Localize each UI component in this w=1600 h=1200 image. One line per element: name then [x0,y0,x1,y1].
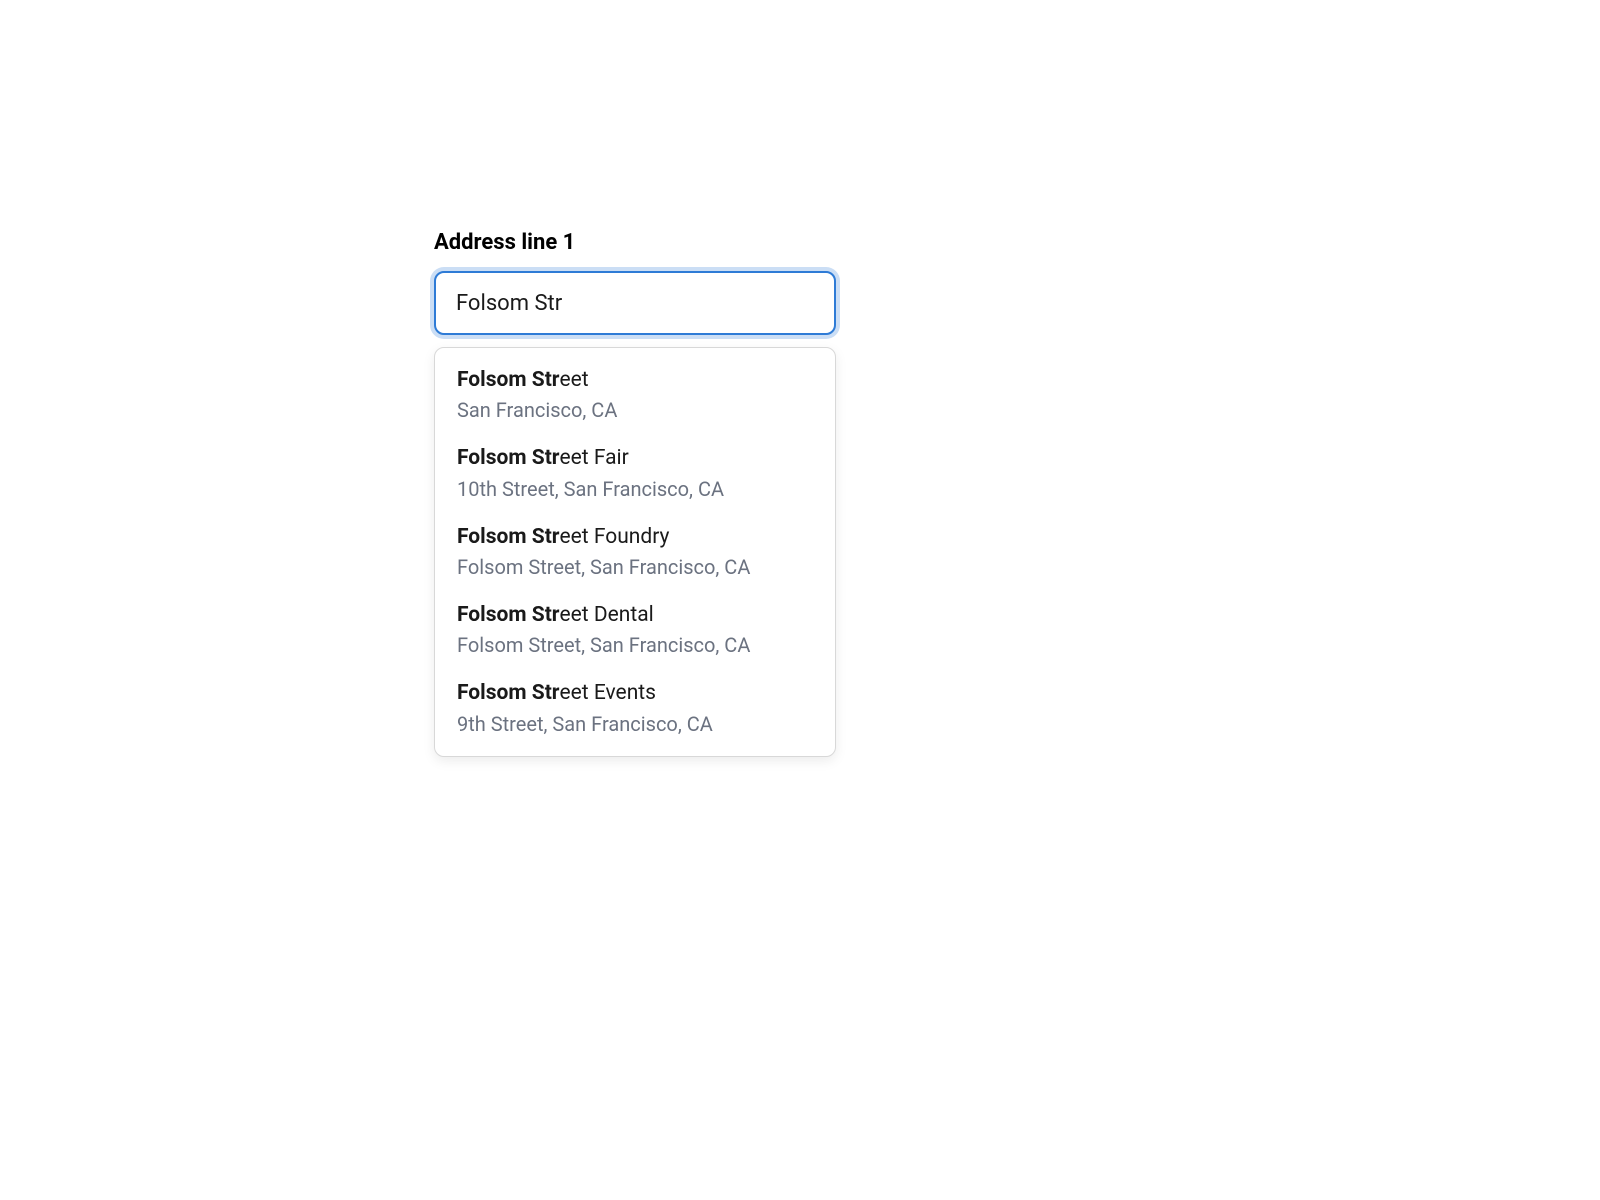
input-wrapper [434,271,836,335]
suggestion-item[interactable]: Folsom Street Dental Folsom Street, San … [435,591,835,669]
suggestion-match-text: Folsom Str [457,525,560,549]
suggestion-subtitle: 9th Street, San Francisco, CA [457,710,813,738]
suggestion-title: Folsom Street [457,366,813,394]
suggestion-rest-text: eet Fair [560,446,629,470]
suggestion-subtitle: Folsom Street, San Francisco, CA [457,631,813,659]
suggestion-subtitle: Folsom Street, San Francisco, CA [457,553,813,581]
suggestion-match-text: Folsom Str [457,603,560,627]
suggestion-item[interactable]: Folsom Street Foundry Folsom Street, San… [435,513,835,591]
suggestion-rest-text: eet [560,368,589,392]
suggestion-title: Folsom Street Dental [457,601,813,629]
suggestion-title: Folsom Street Events [457,679,813,707]
address-line-1-label: Address line 1 [434,230,836,255]
suggestion-rest-text: eet Dental [560,603,654,627]
suggestion-rest-text: eet Events [560,681,657,705]
suggestion-rest-text: eet Foundry [560,525,670,549]
address-autocomplete: Address line 1 Folsom Street San Francis… [434,230,836,757]
suggestion-subtitle: 10th Street, San Francisco, CA [457,475,813,503]
suggestion-match-text: Folsom Str [457,368,560,392]
suggestion-item[interactable]: Folsom Street Fair 10th Street, San Fran… [435,434,835,512]
suggestion-match-text: Folsom Str [457,681,560,705]
autocomplete-dropdown: Folsom Street San Francisco, CA Folsom S… [434,347,836,757]
suggestion-title: Folsom Street Foundry [457,523,813,551]
address-line-1-input[interactable] [434,271,836,335]
suggestion-match-text: Folsom Str [457,446,560,470]
suggestion-subtitle: San Francisco, CA [457,396,813,424]
suggestion-title: Folsom Street Fair [457,444,813,472]
suggestion-item[interactable]: Folsom Street San Francisco, CA [435,356,835,434]
suggestion-item[interactable]: Folsom Street Events 9th Street, San Fra… [435,669,835,747]
